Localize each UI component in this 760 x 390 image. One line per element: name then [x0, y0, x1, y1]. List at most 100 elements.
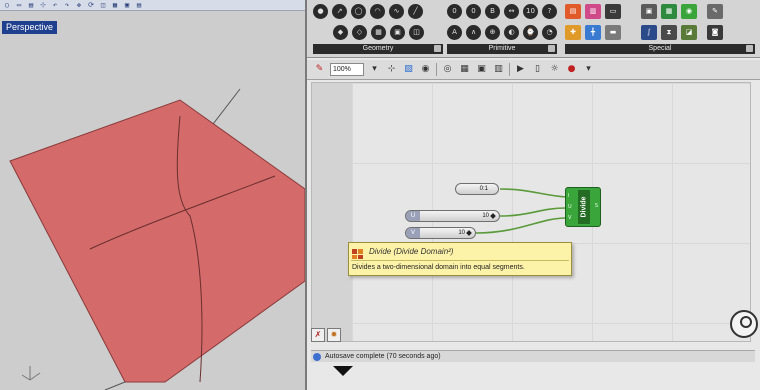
geometry-surface-icon[interactable]: ◆ [333, 25, 348, 40]
ribbon-label-special[interactable]: Special [565, 44, 755, 54]
special-camera-icon[interactable]: ◙ [707, 25, 723, 40]
geometry-brep-icon[interactable]: ◇ [352, 25, 367, 40]
ribbon-group-geometry: ● ↗ ◯ ◠ ∿ ╱ ◆ ◇ ▦ ▣ ◫ Geometry [313, 4, 443, 56]
special-gradient-icon[interactable]: ▥ [585, 4, 601, 19]
slider-v-value: 10 [458, 230, 465, 236]
domain-param[interactable]: 0:1 [455, 183, 499, 195]
input-port-v[interactable]: V [568, 215, 575, 222]
screen: ○ ▭ ▤ ⊹ ↶ ↷ ✥ ⟳ ◫ ▦ ▣ ▤ Perspective ● ↗ … [0, 0, 760, 390]
special-mapper-icon[interactable]: ▦ [661, 4, 677, 19]
output-port-s[interactable]: S [595, 203, 598, 209]
toolbar-viewport-icon[interactable]: ◫ [98, 1, 108, 9]
autosave-status-icon [313, 353, 321, 361]
toolbar-separator [436, 63, 437, 76]
tooltip-divider [351, 260, 569, 261]
file-icon[interactable]: ✎ [313, 63, 326, 76]
sketch-icon[interactable]: ▨ [402, 63, 415, 76]
special-swatch-icon[interactable]: ◉ [681, 4, 697, 19]
toolbar-circle-icon[interactable]: ○ [2, 1, 12, 9]
viewport-title[interactable]: Perspective [2, 21, 58, 34]
ribbon-label-primitive[interactable]: Primitive [447, 44, 557, 54]
settings-icon[interactable]: ☼ [548, 63, 561, 76]
bake-icon[interactable]: ▯ [531, 63, 544, 76]
geometry-circle-icon[interactable]: ◯ [351, 4, 366, 19]
special-sketch-icon[interactable]: ✎ [707, 4, 723, 19]
expand-special-icon[interactable] [746, 45, 753, 52]
toolbar-redo-icon[interactable]: ↷ [62, 1, 72, 9]
record-dropdown-icon[interactable]: ▾ [582, 63, 595, 76]
expand-geometry-icon[interactable] [434, 45, 441, 52]
primitive-path-icon[interactable]: ∧ [466, 25, 481, 40]
solve-play-icon[interactable]: ▶ [514, 63, 527, 76]
special-image-icon[interactable]: ▣ [641, 4, 657, 19]
slider-v-label: V [406, 228, 420, 238]
primitive-time-icon[interactable]: ⌚ [523, 25, 538, 40]
special-graph-icon[interactable]: ▭ [605, 4, 621, 19]
preview-wire-icon[interactable]: ◎ [441, 63, 454, 76]
record-icon[interactable]: ● [565, 63, 578, 76]
special-value-list-icon[interactable]: ∫ [641, 25, 657, 40]
grasshopper-canvas[interactable] [311, 82, 751, 342]
toolbar-undo-icon[interactable]: ↶ [50, 1, 60, 9]
primitive-file-icon[interactable]: ◔ [542, 25, 557, 40]
toolbar-render-icon[interactable]: ▤ [134, 1, 144, 9]
preview-eye-icon[interactable]: ◉ [419, 63, 432, 76]
zoom-dropdown-icon[interactable]: ▾ [368, 63, 381, 76]
perspective-viewport[interactable]: Perspective [0, 11, 305, 390]
red-surface[interactable] [9, 99, 305, 383]
toolbar-grid-icon[interactable]: ▦ [110, 1, 120, 9]
primitive-integer-icon[interactable]: 0 [447, 4, 462, 19]
tooltip-description: Divides a two-dimensional domain into eq… [352, 264, 525, 271]
toolbar-pan-icon[interactable]: ✥ [74, 1, 84, 9]
slider-u-value: 10 [482, 213, 489, 219]
ribbon-label-geometry[interactable]: Geometry [313, 44, 443, 54]
preview-selected-icon[interactable]: ▣ [475, 63, 488, 76]
primitive-number-icon[interactable]: 0 [466, 4, 481, 19]
slider-v[interactable]: V 10 [405, 227, 476, 239]
geometry-point-icon[interactable]: ● [313, 4, 328, 19]
zoom-extents-icon[interactable]: ⊹ [385, 63, 398, 76]
primitive-text-icon[interactable]: ? [542, 4, 557, 19]
toolbar-shade-icon[interactable]: ▣ [122, 1, 132, 9]
preview-mesh-icon[interactable]: ▥ [492, 63, 505, 76]
toolbar-layers-icon[interactable]: ▤ [26, 1, 36, 9]
input-port-u[interactable]: U [568, 204, 575, 211]
special-panel-icon[interactable]: ▤ [565, 4, 581, 19]
preview-shaded-icon[interactable]: ▦ [458, 63, 471, 76]
toolbar-snap-icon[interactable]: ⊹ [38, 1, 48, 9]
special-scribble-icon[interactable]: ▬ [605, 25, 621, 40]
divide-component[interactable]: I U V Divide S [565, 187, 601, 227]
primitive-color-icon[interactable]: 10 [523, 4, 538, 19]
geometry-arc-icon[interactable]: ◠ [370, 4, 385, 19]
divide-domain-icon [352, 249, 363, 259]
slider-v-knob[interactable] [466, 230, 472, 236]
canvas-pin-icon[interactable]: ✗ [311, 328, 325, 342]
primitive-boolean-icon[interactable]: B [485, 4, 500, 19]
canvas-navigation-compass[interactable] [730, 310, 758, 338]
special-bezier-icon[interactable]: ◪ [681, 25, 697, 40]
primitive-shader-icon[interactable]: ◐ [504, 25, 519, 40]
status-bar: Autosave complete (70 seconds ago) [311, 350, 755, 362]
geometry-plane-icon[interactable]: ◫ [409, 25, 424, 40]
primitive-domain-icon[interactable]: ↔ [504, 4, 519, 19]
expand-primitive-icon[interactable] [548, 45, 555, 52]
geometry-mesh-icon[interactable]: ▦ [371, 25, 386, 40]
zoom-input[interactable]: 100% [330, 63, 364, 76]
geometry-box-icon[interactable]: ▣ [390, 25, 405, 40]
primitive-string-icon[interactable]: A [447, 25, 462, 40]
canvas-toolbar: ✎ 100% ▾ ⊹ ▨ ◉ ◎ ▦ ▣ ▥ ▶ ▯ ☼ ● ▾ [307, 60, 760, 80]
slider-u[interactable]: U 10 [405, 210, 500, 222]
ribbon-group-special: ▤ ▥ ▭ ▣ ▦ ◉ ✎ ✚ ╋ ▬ ∫ ⧗ ◪ ◙ Special [565, 4, 755, 56]
canvas-bug-icon[interactable]: ✹ [327, 328, 341, 342]
toolbar-rotate-icon[interactable]: ⟳ [86, 1, 96, 9]
slider-u-knob[interactable] [490, 213, 496, 219]
primitive-matrix-icon[interactable]: ⊕ [485, 25, 500, 40]
input-port-i[interactable]: I [568, 193, 575, 200]
geometry-curve-icon[interactable]: ∿ [389, 4, 404, 19]
geometry-line-icon[interactable]: ╱ [408, 4, 423, 19]
toolbar-rectangle-icon[interactable]: ▭ [14, 1, 24, 9]
geometry-vector-icon[interactable]: ↗ [332, 4, 347, 19]
special-slider-icon[interactable]: ╋ [585, 25, 601, 40]
special-toggle-icon[interactable]: ✚ [565, 25, 581, 40]
special-timer-icon[interactable]: ⧗ [661, 25, 677, 40]
